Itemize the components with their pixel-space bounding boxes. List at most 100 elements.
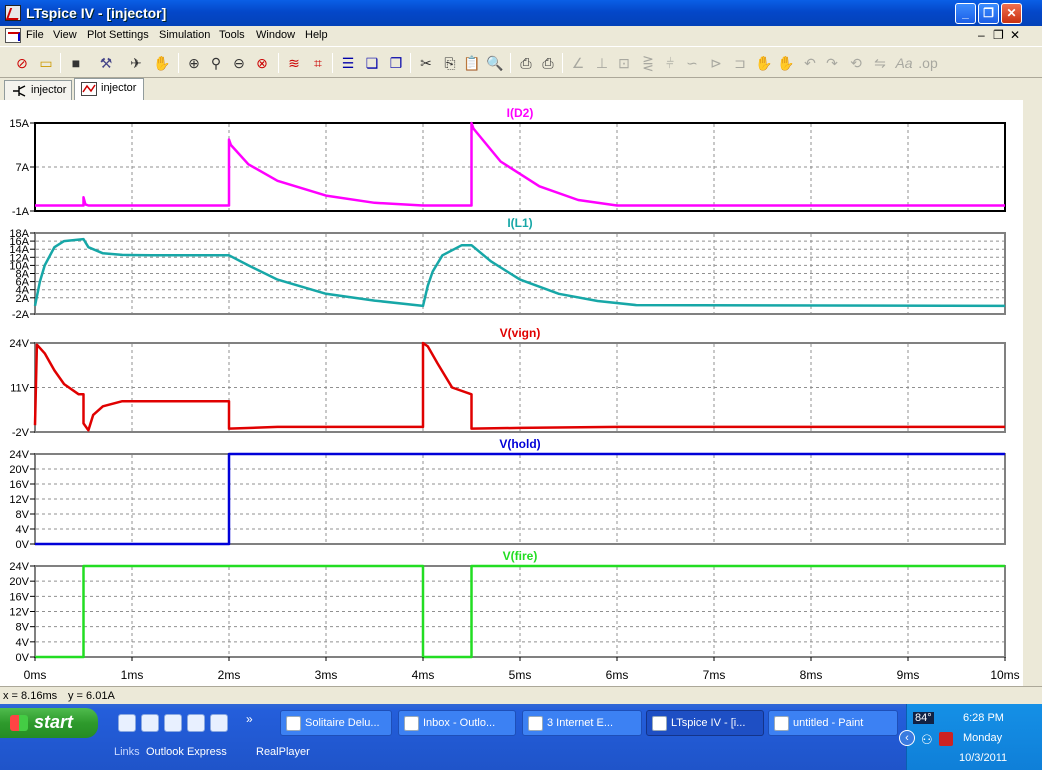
paint-icon [774, 716, 789, 731]
quicklaunch-chevron[interactable]: » [246, 712, 253, 726]
y-tick-label: -1A [12, 206, 30, 218]
link-outlook-express[interactable]: Outlook Express [146, 746, 227, 758]
task-internet-explorer[interactable]: 3 Internet E... [522, 710, 642, 736]
redo-icon[interactable]: ↷ [822, 53, 842, 73]
trace-title[interactable]: V(vign) [500, 326, 541, 340]
menu-simulation[interactable]: Simulation [159, 29, 210, 41]
title-bar[interactable]: LTspice IV - [injector] _ ❐ ✕ [0, 0, 1042, 26]
toolbar-separator [562, 53, 563, 73]
ground-icon[interactable]: ⊥ [592, 53, 612, 73]
temperature-badge[interactable]: 84° [913, 712, 934, 724]
toolbar-separator [178, 53, 179, 73]
ltspice-icon [652, 716, 667, 731]
capacitor-icon[interactable]: ⫩ [660, 53, 680, 73]
run-icon[interactable]: ✈ [126, 53, 146, 73]
find-icon[interactable]: 🔍 [485, 53, 505, 73]
task-ltspice[interactable]: LTspice IV - [i... [646, 710, 764, 736]
diode-icon[interactable]: ⊳ [706, 53, 726, 73]
x-tick-label: 9ms [897, 668, 920, 682]
tray-expand-icon[interactable]: ‹ [899, 730, 915, 746]
copy-icon[interactable]: ⎘ [440, 53, 460, 73]
move-icon[interactable]: ✋ [754, 53, 774, 73]
pane-3[interactable]: 24V 11V -2V V(vign) [9, 326, 1006, 439]
tab-schematic[interactable]: injector [4, 80, 72, 100]
toolbar: ⊘ ▭ ■ ⚒ ✈ ✋ ⊕ ⚲ ⊖ ⊗ ≋ ⌗ ☰ ❏ ❐ ✂ ⎘ 📋 🔍 ⎙ … [0, 46, 1042, 78]
right-edge-panel [1023, 100, 1042, 686]
autorange-icon[interactable]: ≋ [284, 53, 304, 73]
zoom-out-icon[interactable]: ⊖ [229, 53, 249, 73]
mdi-restore-button[interactable]: ❐ [993, 28, 1004, 42]
paste-icon[interactable]: 📋 [462, 53, 482, 73]
print-icon[interactable]: ⎙ [538, 53, 558, 73]
restore-button[interactable]: ❐ [978, 3, 999, 24]
zoom-in-icon[interactable]: ⚲ [206, 53, 226, 73]
save-icon[interactable]: ■ [66, 53, 86, 73]
waveform-plot-area[interactable]: 15A 7A -1A I(D2) 18A 16A 14A 12A 10A 8A 6A 4A 2A -2A I… [0, 100, 1023, 686]
draw-wire-icon[interactable]: ∠ [568, 53, 588, 73]
menu-plot-settings[interactable]: Plot Settings [87, 29, 149, 41]
menu-file[interactable]: File [26, 29, 44, 41]
waveform-svg[interactable]: 15A7A-1AI(D2)18A16A14A12A10A8A6A4A2A-2AI… [0, 100, 1023, 686]
control-panel-icon[interactable]: ⚒ [96, 53, 116, 73]
halt-icon[interactable]: ✋ [152, 53, 172, 73]
x-tick-label: 10ms [990, 668, 1019, 682]
component-icon[interactable]: ⊐ [730, 53, 750, 73]
link-realplayer[interactable]: RealPlayer [256, 746, 310, 758]
pane-5[interactable]: 24V 20V 16V 12V 8V 4V 0V V(fire) 0ms 1ms 2ms 3ms 4ms… [9, 549, 1019, 682]
label-net-icon[interactable]: ⊡ [614, 53, 634, 73]
fit-icon[interactable]: ⌗ [308, 53, 328, 73]
ltspice-app-icon[interactable] [5, 5, 21, 21]
schematic-icon [13, 85, 26, 97]
open-new-schematic-icon[interactable]: ⊘ [12, 53, 32, 73]
y-tick-label: 0V [16, 652, 30, 664]
waveform-doc-icon[interactable] [5, 28, 21, 43]
task-outlook-inbox[interactable]: Inbox - Outlo... [398, 710, 516, 736]
ie-quicklaunch-icon[interactable] [118, 714, 136, 732]
task-paint[interactable]: untitled - Paint [768, 710, 898, 736]
menu-window[interactable]: Window [256, 29, 295, 41]
x-tick-label: 7ms [703, 668, 726, 682]
folder-quicklaunch-icon[interactable] [164, 714, 182, 732]
trace-title[interactable]: I(L1) [507, 216, 532, 230]
security-shield-icon[interactable] [939, 732, 953, 746]
text-icon[interactable]: Aa [894, 53, 914, 73]
task-solitaire[interactable]: Solitaire Delu... [280, 710, 392, 736]
close-button[interactable]: ✕ [1001, 3, 1022, 24]
mdi-close-button[interactable]: ✕ [1010, 28, 1020, 42]
cut-icon[interactable]: ✂ [416, 53, 436, 73]
pane-4[interactable]: 24V 20V 16V 12V 8V 4V 0V V(hold) [9, 437, 1006, 551]
mdi-minimize-button[interactable]: – [978, 28, 985, 42]
trace-title[interactable]: I(D2) [507, 106, 534, 120]
menu-tools[interactable]: Tools [219, 29, 245, 41]
drag-icon[interactable]: ✋ [776, 53, 796, 73]
clock-time[interactable]: 6:28 PM [963, 712, 1004, 724]
print-setup-icon[interactable]: ⎙ [516, 53, 536, 73]
tab-waveform[interactable]: injector [74, 78, 144, 100]
desktop-quicklaunch-icon[interactable] [210, 714, 228, 732]
minimize-button[interactable]: _ [955, 3, 976, 24]
media-quicklaunch-icon[interactable] [141, 714, 159, 732]
network-icon[interactable]: ⚇ [921, 732, 933, 748]
zoom-area-icon[interactable]: ⊕ [184, 53, 204, 73]
open-folder-icon[interactable]: ▭ [36, 53, 56, 73]
pane-1[interactable]: 15A 7A -1A I(D2) [9, 106, 1006, 218]
menu-view[interactable]: View [53, 29, 77, 41]
zoom-cancel-icon[interactable]: ⊗ [252, 53, 272, 73]
player-quicklaunch-icon[interactable] [187, 714, 205, 732]
pane-2[interactable]: 18A16A14A12A10A8A6A4A2A-2AI(L1) [9, 216, 1006, 321]
resistor-icon[interactable]: ⋛ [638, 53, 658, 73]
mirror-icon[interactable]: ⇋ [870, 53, 890, 73]
start-button[interactable]: start [0, 708, 98, 738]
menu-help[interactable]: Help [305, 29, 328, 41]
outlook-icon [404, 716, 419, 731]
tile-vertical-icon[interactable]: ❐ [386, 53, 406, 73]
inductor-icon[interactable]: ∽ [682, 53, 702, 73]
trace-title[interactable]: V(hold) [499, 437, 540, 451]
spice-directive-icon[interactable]: .op [918, 53, 938, 73]
tile-horizontal-icon[interactable]: ☰ [338, 53, 358, 73]
undo-icon[interactable]: ↶ [800, 53, 820, 73]
ie-icon [528, 716, 543, 731]
cascade-icon[interactable]: ❏ [362, 53, 382, 73]
rotate-icon[interactable]: ⟲ [846, 53, 866, 73]
trace-title[interactable]: V(fire) [503, 549, 538, 563]
